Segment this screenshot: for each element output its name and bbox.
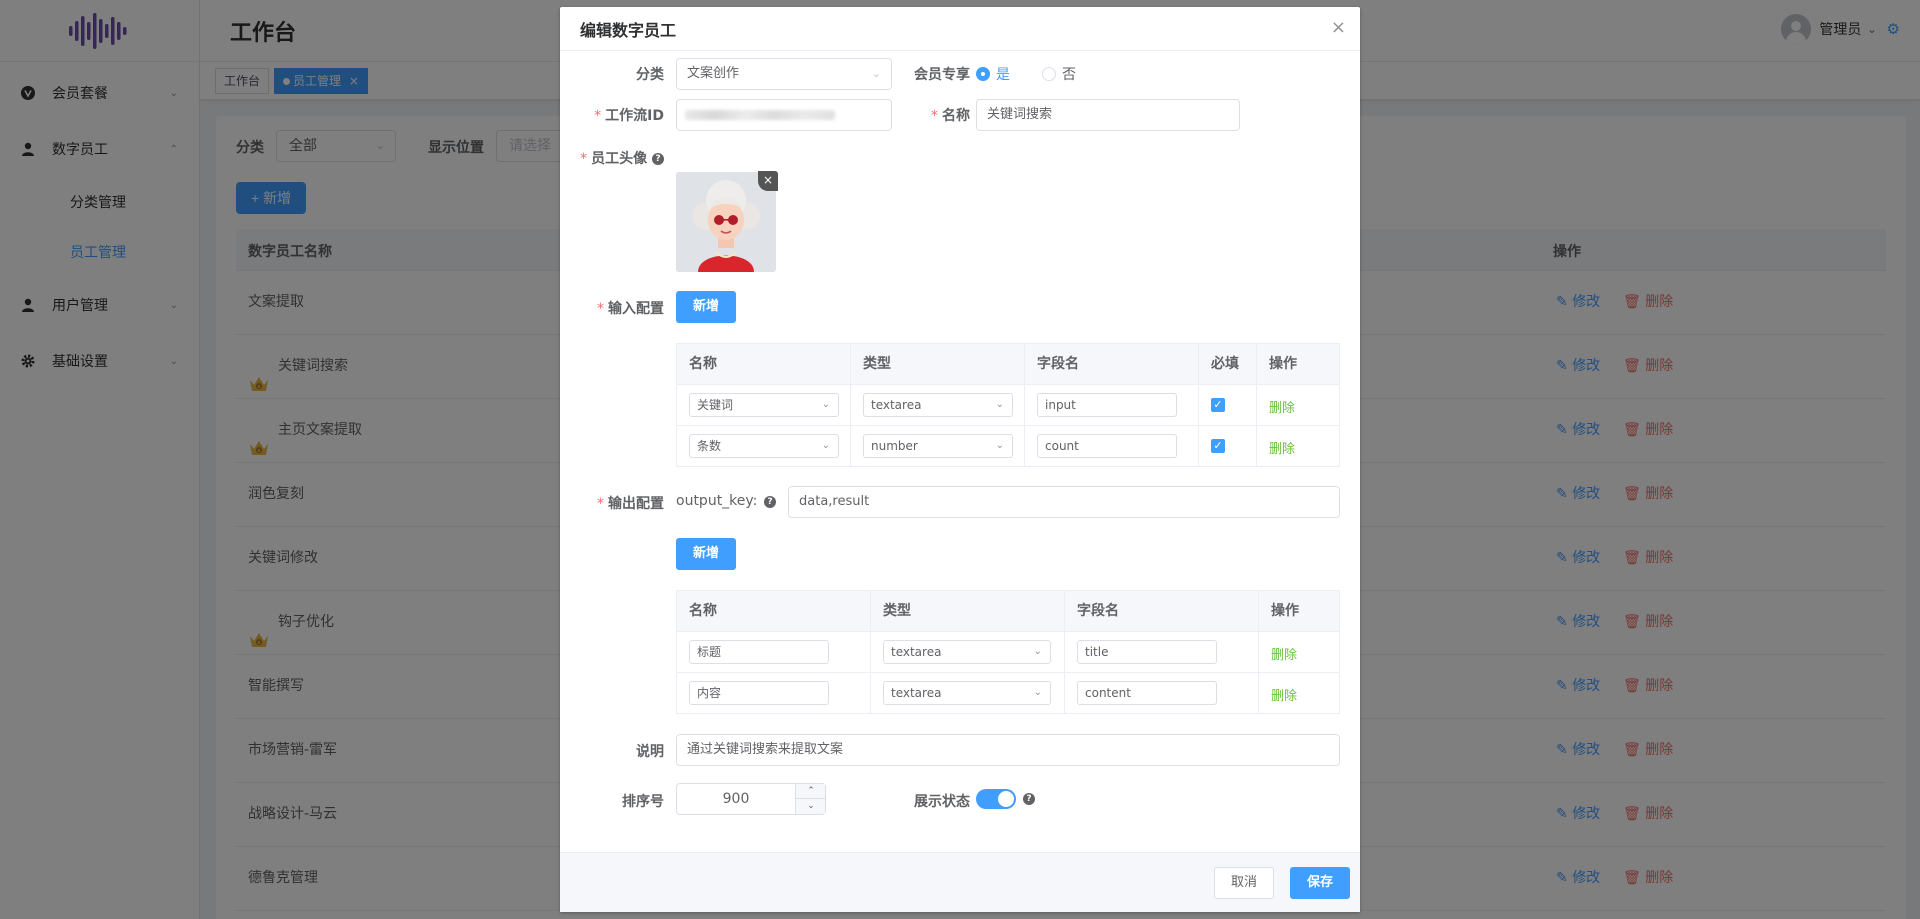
description-input[interactable]: 通过关键词搜索来提取文案 <box>676 734 1340 766</box>
table-cell: ✓ <box>1199 385 1257 426</box>
output-config-table: 名称 类型 字段名 操作 标题 textarea ⌄ title 删除 内容 textare… <box>676 590 1340 714</box>
sort-value[interactable]: 900 <box>677 784 795 814</box>
input-type-select[interactable]: number ⌄ <box>863 434 1013 458</box>
col-header: 操作 <box>1257 344 1339 385</box>
redacted-id <box>685 110 835 120</box>
member-no-radio[interactable]: 否 <box>1042 64 1076 84</box>
display-status-switch[interactable] <box>976 789 1016 809</box>
col-header: 字段名 <box>1065 591 1259 632</box>
table-cell: input <box>1025 385 1199 426</box>
delete-row-link[interactable]: 删除 <box>1271 644 1297 663</box>
description-label: 说明 <box>636 744 664 760</box>
table-cell: 删除 <box>1259 632 1339 673</box>
delete-row-link[interactable]: 删除 <box>1269 397 1295 416</box>
chevron-down-icon: ⌄ <box>821 440 830 451</box>
table-cell: textarea ⌄ <box>851 385 1025 426</box>
dialog-title: 编辑数字员工 <box>580 20 677 40</box>
table-cell: 内容 <box>677 673 871 714</box>
increment-icon[interactable]: ⌃ <box>796 784 826 799</box>
edit-staff-dialog: 编辑数字员工 × 分类 文案创作 ⌄ 会员专享 是 否 * 工作流ID * 名称 关… <box>560 7 1360 912</box>
input-config-table: 名称 类型 字段名 必填 操作 关键词 ⌄ textarea ⌄ input ✓ 删除 条数 ⌄… <box>676 343 1340 467</box>
close-icon[interactable]: × <box>1331 19 1346 37</box>
table-cell: textarea ⌄ <box>871 632 1065 673</box>
save-button[interactable]: 保存 <box>1290 867 1350 899</box>
output-key-input[interactable]: data,result <box>788 486 1340 518</box>
output-name-input[interactable]: 标题 <box>689 640 829 664</box>
output-key-label: output_key: <box>676 493 758 509</box>
chevron-down-icon: ⌄ <box>995 399 1004 410</box>
radio-label: 否 <box>1062 67 1076 83</box>
cancel-button[interactable]: 取消 <box>1214 867 1274 899</box>
workflow-id-label: * 工作流ID <box>594 108 664 124</box>
chevron-down-icon: ⌄ <box>1033 687 1042 698</box>
output-type-select[interactable]: textarea ⌄ <box>883 681 1051 705</box>
delete-row-link[interactable]: 删除 <box>1271 685 1297 704</box>
table-cell: title <box>1065 632 1259 673</box>
table-cell: content <box>1065 673 1259 714</box>
output-field-input[interactable]: title <box>1077 640 1217 664</box>
input-name-select[interactable]: 条数 ⌄ <box>689 434 839 458</box>
col-header: 类型 <box>851 344 1025 385</box>
remove-avatar-icon[interactable]: × <box>758 171 778 191</box>
input-type-select[interactable]: textarea ⌄ <box>863 393 1013 417</box>
question-icon: ? <box>652 153 664 165</box>
table-cell: 关键词 ⌄ <box>677 385 851 426</box>
table-cell: ✓ <box>1199 426 1257 467</box>
question-icon: ? <box>764 496 776 508</box>
radio-circle <box>976 67 990 81</box>
col-header: 字段名 <box>1025 344 1199 385</box>
output-name-input[interactable]: 内容 <box>689 681 829 705</box>
table-cell: number ⌄ <box>851 426 1025 467</box>
input-field-input[interactable]: count <box>1037 434 1177 458</box>
table-cell: 删除 <box>1257 385 1339 426</box>
required-checkbox[interactable]: ✓ <box>1211 439 1225 453</box>
input-field-input[interactable]: input <box>1037 393 1177 417</box>
radio-label: 是 <box>996 67 1010 83</box>
table-cell: textarea ⌄ <box>871 673 1065 714</box>
avatar-label: * 员工头像 ? <box>560 148 664 168</box>
chevron-down-icon: ⌄ <box>1033 646 1042 657</box>
col-header: 必填 <box>1199 344 1257 385</box>
workflow-id-input[interactable] <box>676 99 892 131</box>
required-checkbox[interactable]: ✓ <box>1211 398 1225 412</box>
member-yes-radio[interactable]: 是 <box>976 64 1010 84</box>
switch-knob <box>998 791 1014 807</box>
output-type-select[interactable]: textarea ⌄ <box>883 640 1051 664</box>
name-label: * 名称 <box>931 108 970 124</box>
dialog-footer: 取消 保存 <box>560 852 1360 912</box>
delete-row-link[interactable]: 删除 <box>1269 438 1295 457</box>
col-header: 名称 <box>677 591 871 632</box>
add-input-button[interactable]: 新增 <box>676 291 736 323</box>
table-cell: 删除 <box>1259 673 1339 714</box>
question-icon: ? <box>1023 793 1035 805</box>
input-name-select[interactable]: 关键词 ⌄ <box>689 393 839 417</box>
table-cell: count <box>1025 426 1199 467</box>
chevron-down-icon: ⌄ <box>821 399 830 410</box>
table-cell: 条数 ⌄ <box>677 426 851 467</box>
dialog-header: 编辑数字员工 <box>560 7 1360 51</box>
category-select[interactable]: 文案创作 ⌄ <box>676 58 892 90</box>
category-label: 分类 <box>636 67 664 83</box>
output-config-label: * 输出配置 <box>597 496 664 512</box>
radio-circle <box>1042 67 1056 81</box>
sort-stepper[interactable]: 900 ⌃ ⌄ <box>676 783 826 815</box>
col-header: 类型 <box>871 591 1065 632</box>
decrement-icon[interactable]: ⌄ <box>796 799 826 814</box>
chevron-down-icon: ⌄ <box>871 67 881 80</box>
select-value: 文案创作 <box>687 66 740 81</box>
name-input[interactable]: 关键词搜索 <box>976 99 1240 131</box>
table-cell: 删除 <box>1257 426 1339 467</box>
add-output-button[interactable]: 新增 <box>676 538 736 570</box>
col-header: 操作 <box>1259 591 1339 632</box>
chevron-down-icon: ⌄ <box>995 440 1004 451</box>
member-only-label: 会员专享 <box>914 67 970 83</box>
output-field-input[interactable]: content <box>1077 681 1217 705</box>
input-config-label: * 输入配置 <box>597 301 664 317</box>
display-status-label: 展示状态 <box>914 794 970 810</box>
table-cell: 标题 <box>677 632 871 673</box>
sort-label: 排序号 <box>622 794 664 810</box>
stepper-controls: ⌃ ⌄ <box>795 784 826 814</box>
col-header: 名称 <box>677 344 851 385</box>
